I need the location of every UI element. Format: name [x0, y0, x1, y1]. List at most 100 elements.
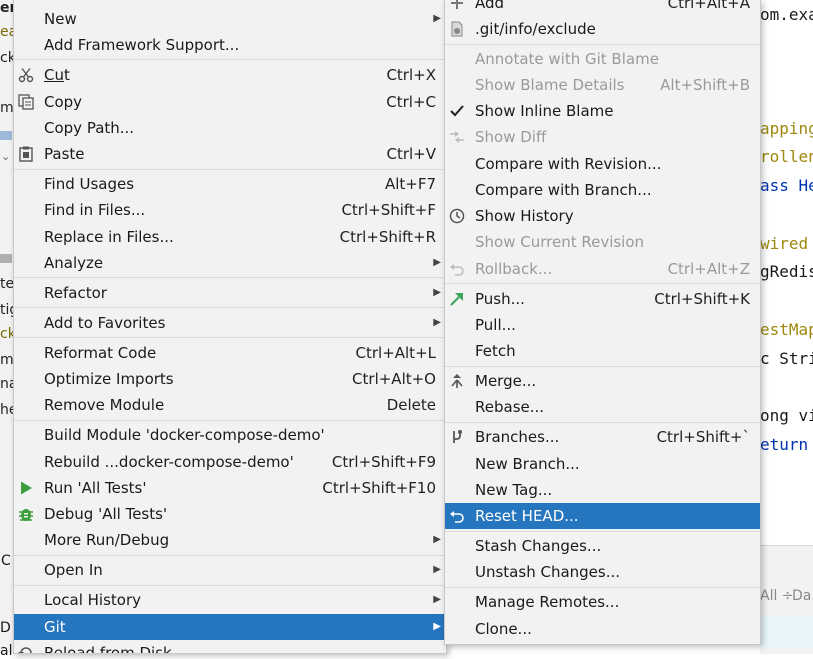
menu-item-debug-all-tests[interactable]: Debug 'All Tests' — [14, 501, 446, 527]
menu-item-shortcut: Ctrl+Shift+F10 — [322, 479, 436, 497]
project-text-fragment: ea — [0, 24, 14, 40]
menu-item-shortcut: Delete — [386, 396, 436, 414]
project-text-fragment: ck — [0, 326, 14, 342]
menu-separator — [14, 420, 446, 421]
git-item-reset-head[interactable]: Reset HEAD... — [445, 503, 760, 529]
git-item-show-history[interactable]: Show History — [445, 203, 760, 229]
git-item-show-current-revision[interactable]: Show Current Revision — [445, 229, 760, 255]
menu-item-label-rest: t — [63, 66, 70, 84]
menu-item-refactor[interactable]: Refactor ▶ — [14, 280, 446, 306]
bottom-tool-panel: All ÷ Da — [760, 545, 813, 654]
menu-item-local-history[interactable]: Local History ▶ — [14, 587, 446, 613]
menu-item-label: Push... — [475, 290, 525, 308]
menu-item-reformat-code[interactable]: Reformat Code Ctrl+Alt+L — [14, 340, 446, 366]
chevron-down-icon: ⌄ — [1, 150, 11, 163]
git-item-branches[interactable]: Branches... Ctrl+Shift+` — [445, 424, 760, 450]
menu-item-git[interactable]: Git ▶ — [14, 614, 446, 640]
menu-item-label: Copy Path... — [44, 119, 135, 137]
tool-window-fragment: D — [0, 620, 11, 636]
submenu-arrow-icon: ▶ — [433, 287, 441, 298]
tool-window-fragment: al — [0, 643, 13, 659]
menu-item-find-usages[interactable]: Find Usages Alt+F7 — [14, 171, 446, 197]
git-item-rebase[interactable]: Rebase... — [445, 394, 760, 420]
column-header: Da — [792, 588, 812, 604]
submenu-arrow-icon: ▶ — [433, 594, 441, 605]
selected-row — [760, 616, 813, 648]
git-item-gitignore-exclude[interactable]: .git/info/exclude — [445, 16, 760, 42]
menu-item-label: New — [44, 10, 77, 28]
menu-item-optimize-imports[interactable]: Optimize Imports Ctrl+Alt+O — [14, 366, 446, 392]
git-item-new-branch[interactable]: New Branch... — [445, 451, 760, 477]
menu-item-shortcut: Ctrl+Shift+F9 — [331, 453, 436, 471]
git-item-pull[interactable]: Pull... — [445, 312, 760, 338]
menu-item-label: Remove Module — [44, 396, 165, 414]
git-item-clone[interactable]: Clone... — [445, 616, 760, 642]
menu-item-add-to-favorites[interactable]: Add to Favorites ▶ — [14, 310, 446, 336]
menu-item-build-module[interactable]: Build Module 'docker-compose-demo' — [14, 422, 446, 448]
menu-item-shortcut: Ctrl+Alt+L — [355, 344, 437, 362]
project-text-fragment: m — [0, 100, 14, 116]
git-item-annotate[interactable]: Annotate with Git Blame — [445, 46, 760, 72]
code-fragment: wired — [760, 234, 809, 253]
menu-item-label: Open In — [44, 561, 103, 579]
menu-item-more-run-debug[interactable]: More Run/Debug ▶ — [14, 527, 446, 553]
menu-item-label: Clone... — [475, 620, 532, 638]
menu-item-label: Reformat Code — [44, 344, 157, 362]
project-text-fragment: nal — [0, 376, 14, 392]
submenu-arrow-icon: ▶ — [433, 257, 441, 268]
git-item-merge[interactable]: Merge... — [445, 368, 760, 394]
clock-icon — [449, 208, 465, 224]
menu-item-label: Analyze — [44, 254, 104, 272]
menu-item-label: Show History — [475, 207, 574, 225]
menu-item-remove-module[interactable]: Remove Module Delete — [14, 392, 446, 418]
menu-item-paste[interactable]: Paste Ctrl+V — [14, 141, 446, 167]
git-item-compare-with-branch[interactable]: Compare with Branch... — [445, 177, 760, 203]
git-item-stash-changes[interactable]: Stash Changes... — [445, 533, 760, 559]
menu-item-copy[interactable]: Copy Ctrl+C — [14, 89, 446, 115]
code-fragment: ong vi — [760, 406, 813, 425]
git-item-new-tag[interactable]: New Tag... — [445, 477, 760, 503]
menu-item-shortcut: Ctrl+Alt+O — [352, 370, 436, 388]
menu-item-shortcut: Alt+Shift+B — [660, 76, 750, 94]
git-item-manage-remotes[interactable]: Manage Remotes... — [445, 589, 760, 615]
menu-item-label: Show Diff — [475, 128, 547, 146]
menu-item-open-in[interactable]: Open In ▶ — [14, 557, 446, 583]
menu-item-label: Rebase... — [475, 398, 545, 416]
menu-item-label: Build Module 'docker-compose-demo' — [44, 426, 325, 444]
menu-item-label: Rebuild ...docker-compose-demo' — [44, 453, 294, 471]
git-item-unstash-changes[interactable]: Unstash Changes... — [445, 559, 760, 585]
git-item-fetch[interactable]: Fetch — [445, 338, 760, 364]
menu-separator — [445, 44, 760, 45]
menu-item-label: Git — [44, 618, 66, 636]
git-item-show-inline-blame[interactable]: Show Inline Blame — [445, 98, 760, 124]
git-item-show-diff[interactable]: Show Diff — [445, 124, 760, 150]
menu-separator — [445, 366, 760, 367]
git-item-add[interactable]: Add Ctrl+Alt+A — [445, 0, 760, 16]
plus-icon — [451, 0, 463, 9]
push-arrow-icon — [450, 293, 463, 306]
menu-item-cut[interactable]: Cut Ctrl+X — [14, 62, 446, 88]
git-item-show-blame-details[interactable]: Show Blame Details Alt+Shift+B — [445, 72, 760, 98]
menu-separator — [14, 169, 446, 170]
menu-item-label: Stash Changes... — [475, 537, 602, 555]
menu-item-run-all-tests[interactable]: Run 'All Tests' Ctrl+Shift+F10 — [14, 475, 446, 501]
menu-separator — [445, 531, 760, 532]
menu-item-new[interactable]: New ▶ — [14, 6, 446, 32]
menu-separator — [14, 337, 446, 338]
git-item-rollback[interactable]: Rollback... Ctrl+Alt+Z — [445, 256, 760, 282]
menu-item-analyze[interactable]: Analyze ▶ — [14, 250, 446, 276]
project-context-menu: New ▶ Add Framework Support... Cut Ctrl+… — [13, 0, 447, 654]
file-icon — [451, 21, 463, 37]
git-item-push[interactable]: Push... Ctrl+Shift+K — [445, 286, 760, 312]
filter-dropdown[interactable]: All ÷ — [760, 588, 794, 604]
menu-item-shortcut: Ctrl+Alt+Z — [667, 260, 750, 278]
menu-item-add-framework-support[interactable]: Add Framework Support... — [14, 32, 446, 58]
menu-item-copy-path[interactable]: Copy Path... — [14, 115, 446, 141]
menu-item-replace-in-files[interactable]: Replace in Files... Ctrl+Shift+R — [14, 224, 446, 250]
menu-item-reload-from-disk[interactable]: Reload from Disk — [14, 640, 446, 653]
menu-item-rebuild[interactable]: Rebuild ...docker-compose-demo' Ctrl+Shi… — [14, 449, 446, 475]
git-item-compare-with-revision[interactable]: Compare with Revision... — [445, 151, 760, 177]
menu-item-find-in-files[interactable]: Find in Files... Ctrl+Shift+F — [14, 197, 446, 223]
copy-icon — [18, 94, 34, 110]
menu-separator — [14, 307, 446, 308]
